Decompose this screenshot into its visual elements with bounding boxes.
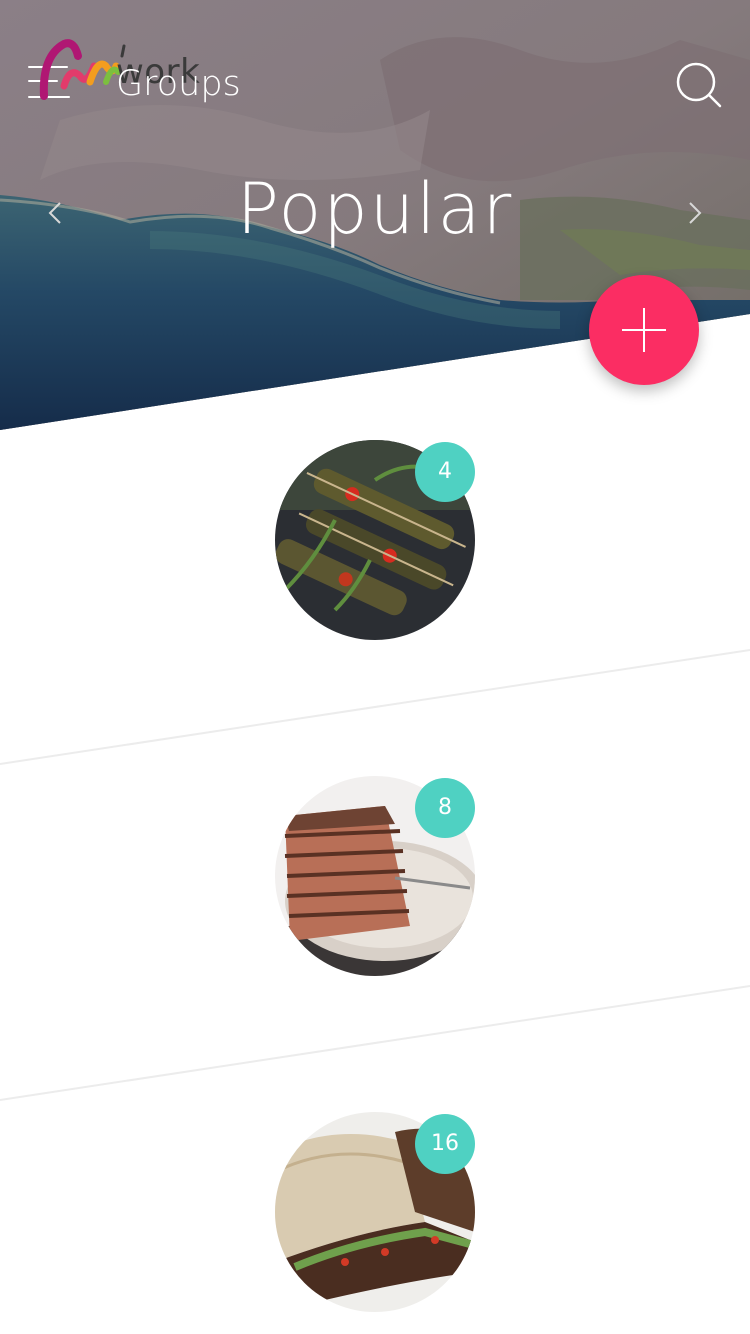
chevron-right-icon[interactable] — [682, 198, 706, 228]
group-item-cake[interactable]: 8 — [275, 776, 475, 976]
group-count-badge: 8 — [415, 778, 475, 838]
group-count-badge: 4 — [415, 442, 475, 502]
search-icon[interactable] — [674, 60, 724, 110]
nav-title: Groups — [116, 64, 241, 104]
page-title: Popular — [236, 168, 514, 250]
group-item-skewers[interactable]: 4 — [275, 440, 475, 640]
group-item-sandwich[interactable]: 16 — [275, 1112, 475, 1312]
group-count-badge: 16 — [415, 1114, 475, 1174]
plus-icon — [643, 308, 645, 352]
add-group-button[interactable] — [589, 275, 699, 385]
chevron-left-icon[interactable] — [44, 198, 68, 228]
